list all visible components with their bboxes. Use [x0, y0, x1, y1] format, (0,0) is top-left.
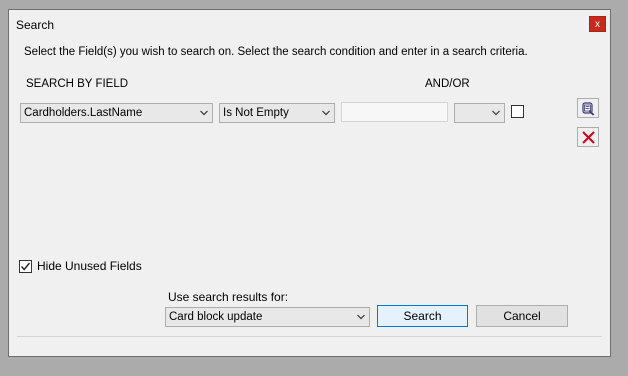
- cancel-button[interactable]: Cancel: [476, 305, 568, 327]
- hide-unused-checkbox[interactable]: [19, 260, 32, 273]
- close-button[interactable]: x: [589, 16, 606, 32]
- chevron-down-icon: [357, 314, 365, 320]
- clear-search-button[interactable]: [577, 98, 599, 118]
- use-results-label: Use search results for:: [168, 290, 289, 304]
- condition-select-value: Is Not Empty: [223, 107, 289, 119]
- hide-unused-label: Hide Unused Fields: [37, 259, 142, 273]
- instructions-text: Select the Field(s) you wish to search o…: [24, 46, 528, 58]
- use-results-select[interactable]: Card block update: [165, 307, 370, 327]
- condition-select[interactable]: Is Not Empty: [219, 103, 335, 123]
- chevron-down-icon: [322, 110, 330, 116]
- title-bar: Search x: [9, 10, 610, 40]
- search-clear-icon: [582, 102, 595, 116]
- field-select-value: Cardholders.LastName: [24, 107, 143, 119]
- red-x-delete-icon: [582, 131, 595, 144]
- checkmark-icon: [20, 262, 31, 271]
- footer-divider: [17, 336, 602, 337]
- chevron-down-icon: [200, 110, 208, 116]
- delete-row-button[interactable]: [577, 127, 599, 147]
- use-results-select-value: Card block update: [169, 311, 263, 323]
- row-checkbox[interactable]: [511, 105, 524, 118]
- search-button[interactable]: Search: [377, 305, 468, 327]
- search-dialog: Search x Select the Field(s) you wish to…: [8, 9, 611, 357]
- field-select[interactable]: Cardholders.LastName: [20, 103, 213, 123]
- and-or-select[interactable]: [454, 103, 505, 123]
- dialog-title: Search: [16, 18, 55, 32]
- criteria-input[interactable]: [341, 102, 448, 122]
- search-by-field-header: SEARCH BY FIELD: [26, 78, 129, 90]
- and-or-header: AND/OR: [425, 78, 470, 90]
- chevron-down-icon: [492, 110, 500, 116]
